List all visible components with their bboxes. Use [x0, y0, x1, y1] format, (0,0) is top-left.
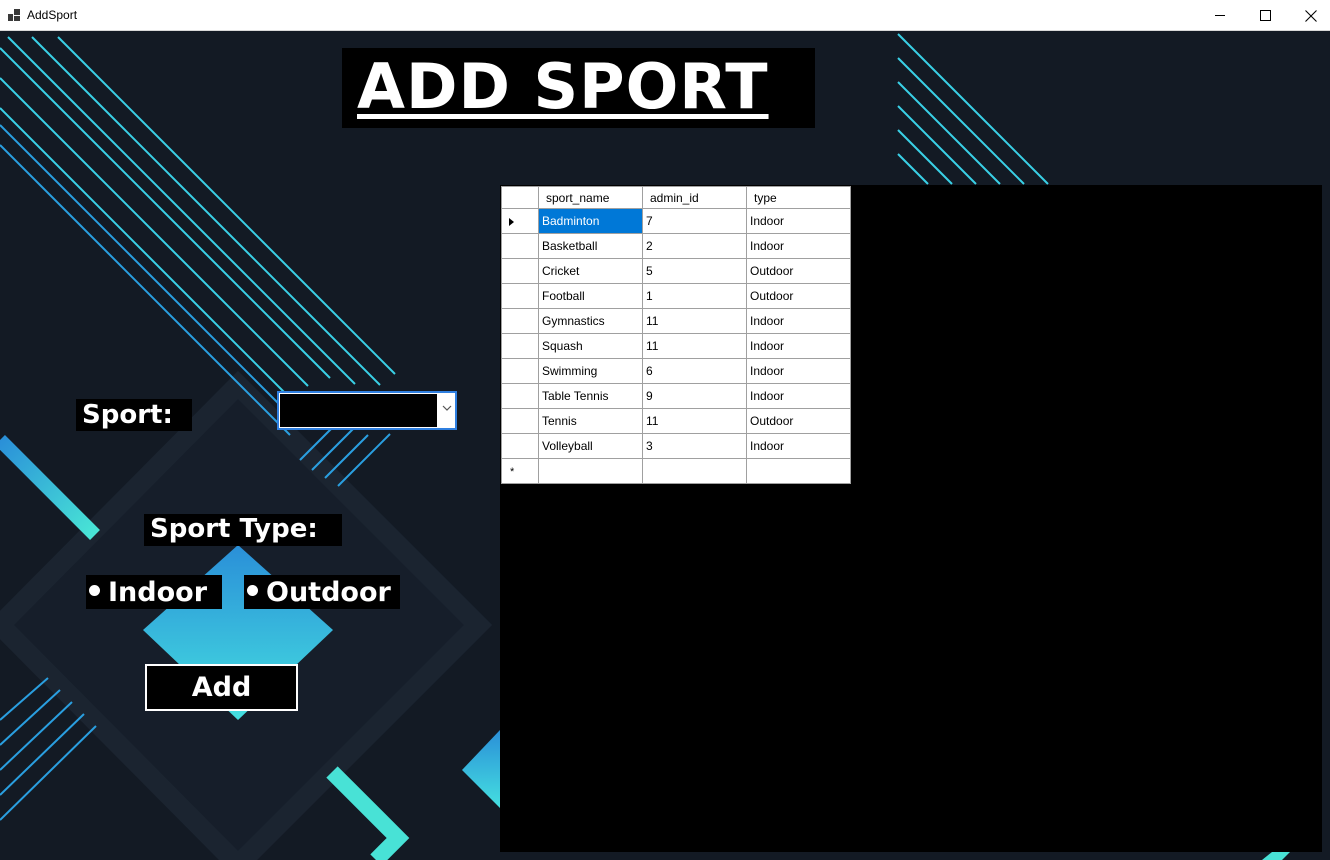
sport-combobox-value	[280, 394, 437, 427]
table-row[interactable]: Table Tennis 9 Indoor	[501, 383, 851, 409]
radio-button-icon	[247, 584, 258, 596]
table-row[interactable]: Swimming 6 Indoor	[501, 358, 851, 384]
column-header-type[interactable]: type	[746, 186, 851, 209]
row-header[interactable]	[501, 308, 539, 334]
table-row[interactable]: Volleyball 3 Indoor	[501, 433, 851, 459]
grid-cell[interactable]: Swimming	[538, 358, 643, 384]
grid-cell[interactable]: Outdoor	[746, 283, 851, 309]
grid-cell[interactable]: Outdoor	[746, 258, 851, 284]
sports-data-grid[interactable]: sport_name admin_id type Badminton 7 Ind…	[501, 186, 851, 484]
table-row[interactable]: Squash 11 Indoor	[501, 333, 851, 359]
sport-combobox[interactable]	[277, 391, 457, 430]
row-header[interactable]	[501, 383, 539, 409]
row-header[interactable]: *	[501, 458, 539, 484]
grid-cell[interactable]: 6	[642, 358, 747, 384]
outdoor-radio-label: Outdoor	[266, 576, 391, 608]
row-header[interactable]	[501, 333, 539, 359]
new-row-marker: *	[510, 466, 515, 478]
app-icon	[8, 9, 20, 21]
maximize-button[interactable]	[1242, 0, 1288, 31]
grid-cell[interactable]: Tennis	[538, 408, 643, 434]
grid-cell[interactable]: Indoor	[746, 208, 851, 234]
minimize-button[interactable]	[1197, 0, 1243, 31]
grid-cell[interactable]: Volleyball	[538, 433, 643, 459]
row-header-corner[interactable]	[501, 186, 539, 209]
close-button[interactable]	[1288, 0, 1330, 31]
grid-cell[interactable]	[746, 458, 851, 484]
row-header[interactable]	[501, 233, 539, 259]
title-bar: AddSport	[0, 0, 1330, 31]
outdoor-radio[interactable]: Outdoor	[244, 575, 400, 609]
table-row[interactable]: Football 1 Outdoor	[501, 283, 851, 309]
grid-cell[interactable]: Outdoor	[746, 408, 851, 434]
table-row[interactable]: Gymnastics 11 Indoor	[501, 308, 851, 334]
grid-cell[interactable]: 7	[642, 208, 747, 234]
new-row[interactable]: *	[501, 458, 851, 484]
table-row[interactable]: Cricket 5 Outdoor	[501, 258, 851, 284]
grid-cell[interactable]: 11	[642, 408, 747, 434]
grid-cell[interactable]: Football	[538, 283, 643, 309]
grid-cell[interactable]: Gymnastics	[538, 308, 643, 334]
grid-cell[interactable]: 5	[642, 258, 747, 284]
column-header-sport-name[interactable]: sport_name	[538, 186, 643, 209]
table-row[interactable]: Basketball 2 Indoor	[501, 233, 851, 259]
grid-cell[interactable]: Indoor	[746, 383, 851, 409]
row-header[interactable]	[501, 433, 539, 459]
grid-cell[interactable]: 9	[642, 383, 747, 409]
grid-cell[interactable]	[538, 458, 643, 484]
indoor-radio-label: Indoor	[108, 576, 208, 608]
row-header[interactable]	[501, 208, 539, 234]
indoor-radio[interactable]: Indoor	[86, 575, 222, 609]
table-row[interactable]: Badminton 7 Indoor	[501, 208, 851, 234]
grid-header-row: sport_name admin_id type	[501, 186, 851, 209]
grid-cell[interactable]: 11	[642, 333, 747, 359]
row-header[interactable]	[501, 283, 539, 309]
page-title: ADD SPORT	[357, 50, 769, 123]
grid-cell[interactable]: 3	[642, 433, 747, 459]
grid-cell[interactable]: Basketball	[538, 233, 643, 259]
close-icon	[1305, 9, 1317, 22]
page-heading: ADD SPORT	[342, 48, 815, 128]
grid-cell[interactable]: 11	[642, 308, 747, 334]
minimize-icon	[1214, 15, 1225, 16]
grid-cell[interactable]: Badminton	[538, 208, 643, 234]
grid-cell[interactable]: Indoor	[746, 233, 851, 259]
sport-type-label: Sport Type:	[144, 514, 342, 546]
column-header-admin-id[interactable]: admin_id	[642, 186, 747, 209]
table-row[interactable]: Tennis 11 Outdoor	[501, 408, 851, 434]
grid-cell[interactable]: Squash	[538, 333, 643, 359]
radio-button-icon	[89, 584, 100, 596]
grid-cell[interactable]: 2	[642, 233, 747, 259]
row-header[interactable]	[501, 258, 539, 284]
grid-cell[interactable]: Indoor	[746, 358, 851, 384]
maximize-icon	[1259, 10, 1271, 21]
row-header[interactable]	[501, 408, 539, 434]
grid-cell[interactable]: Table Tennis	[538, 383, 643, 409]
chevron-down-icon	[442, 405, 452, 411]
grid-cell[interactable]: Indoor	[746, 433, 851, 459]
sport-label: Sport:	[76, 399, 192, 431]
window-title: AddSport	[27, 8, 78, 22]
grid-cell[interactable]: 1	[642, 283, 747, 309]
grid-cell[interactable]	[642, 458, 747, 484]
grid-cell[interactable]: Cricket	[538, 258, 643, 284]
row-header[interactable]	[501, 358, 539, 384]
grid-cell[interactable]: Indoor	[746, 333, 851, 359]
add-button[interactable]: Add	[145, 664, 298, 711]
current-row-arrow-icon	[509, 217, 514, 226]
grid-cell[interactable]: Indoor	[746, 308, 851, 334]
